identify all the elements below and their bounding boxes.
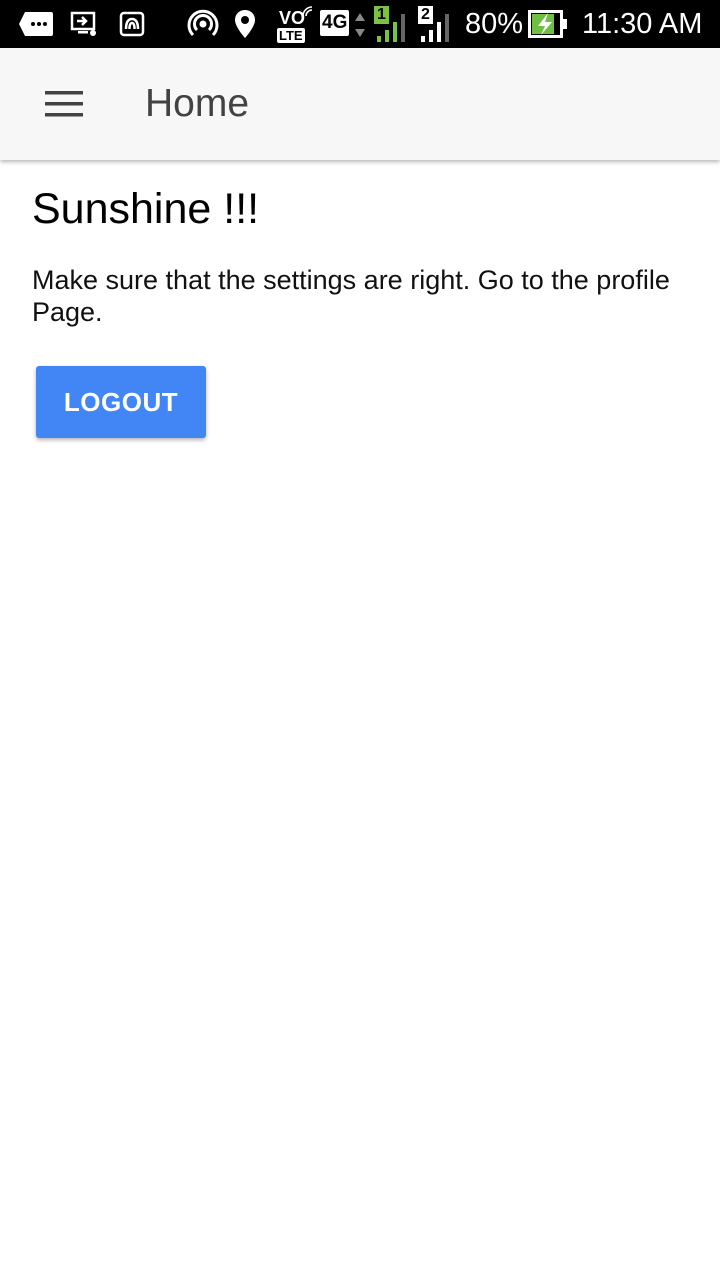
- network-type-label: 4G: [320, 10, 350, 36]
- battery-percent: 80%: [465, 8, 524, 40]
- volte-label-bottom: LTE: [277, 28, 305, 43]
- nfc-icon: [118, 0, 146, 48]
- screen-cast-icon: [70, 0, 98, 48]
- hamburger-menu-icon: [45, 91, 83, 117]
- messages-icon: [18, 0, 56, 48]
- page-title: Home: [145, 82, 250, 125]
- signal-sim1-icon: 1: [374, 6, 412, 44]
- battery-charging-icon: [528, 0, 568, 48]
- hamburger-menu-button[interactable]: [32, 72, 96, 136]
- signal-sim2-icon: 2: [418, 6, 456, 44]
- settings-message: Make sure that the settings are right. G…: [32, 265, 670, 327]
- app-bar: Home: [0, 48, 720, 160]
- logout-button[interactable]: LOGOUT: [36, 366, 206, 438]
- greeting-heading: Sunshine !!!: [32, 185, 260, 233]
- screen: VO LTE 4G 1 2 80% 11:30 AM Home Sunshine…: [0, 0, 720, 1280]
- network-4g-icon: 4G: [320, 10, 368, 40]
- volte-icon: VO LTE: [276, 6, 314, 44]
- hotspot-icon: [186, 0, 220, 48]
- location-icon: [232, 0, 258, 48]
- status-bar: VO LTE 4G 1 2 80% 11:30 AM: [0, 0, 720, 48]
- clock-time: 11:30 AM: [582, 8, 703, 40]
